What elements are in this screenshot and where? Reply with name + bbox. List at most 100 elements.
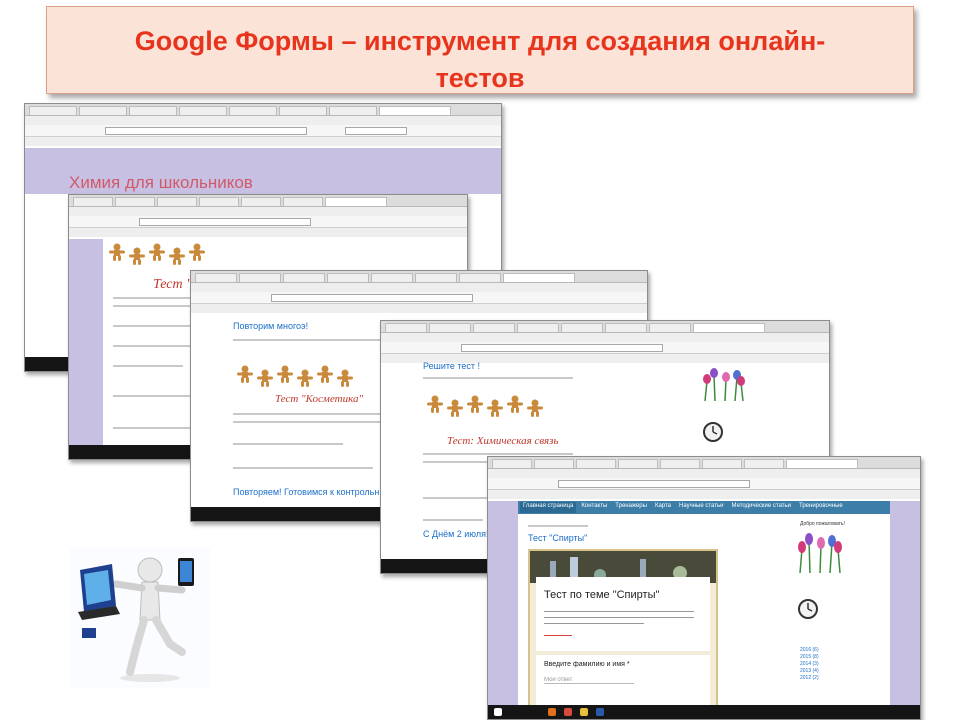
browser-tab-active[interactable] xyxy=(693,323,765,332)
browser-icon[interactable] xyxy=(548,708,556,716)
url-field[interactable] xyxy=(558,480,750,488)
browser-tab[interactable] xyxy=(618,459,658,468)
browser-menu-bar[interactable] xyxy=(381,333,829,342)
post-title[interactable]: Тест "Спирты" xyxy=(528,533,587,543)
browser-tab[interactable] xyxy=(473,323,515,332)
browser-tab-active[interactable] xyxy=(503,273,575,282)
post-link[interactable]: С Днём 2 июля!!! xyxy=(423,529,493,539)
browser-tab[interactable] xyxy=(283,273,325,282)
browser-tab[interactable] xyxy=(29,106,77,115)
bookmarks-bar[interactable] xyxy=(25,137,501,146)
browser-tab[interactable] xyxy=(279,106,327,115)
windows-taskbar[interactable] xyxy=(488,705,920,719)
required-note xyxy=(544,635,572,636)
browser-menu-bar[interactable] xyxy=(191,283,647,292)
browser-tab[interactable] xyxy=(229,106,277,115)
browser-tab[interactable] xyxy=(459,273,501,282)
slide-title-line-2: тестов xyxy=(435,63,525,93)
text-line xyxy=(423,519,483,521)
archive-item[interactable]: 2014 (3) xyxy=(800,661,860,668)
bookmarks-bar[interactable] xyxy=(69,228,467,237)
browser-tab[interactable] xyxy=(239,273,281,282)
browser-address-bar xyxy=(69,216,467,228)
start-icon[interactable] xyxy=(494,708,502,716)
post-link[interactable]: Повторяем! Готовимся к контрольной работ xyxy=(233,487,379,497)
browser-address-bar xyxy=(488,478,920,490)
browser-tab-active[interactable] xyxy=(379,106,451,115)
url-field[interactable] xyxy=(271,294,473,302)
archive-item[interactable]: 2016 (6) xyxy=(800,647,860,654)
browser-tab[interactable] xyxy=(157,197,197,206)
browser-tab[interactable] xyxy=(561,323,603,332)
nav-tab[interactable]: Методические статьи xyxy=(729,502,795,513)
browser-tab[interactable] xyxy=(329,106,377,115)
browser-tab[interactable] xyxy=(492,459,532,468)
browser-tab[interactable] xyxy=(79,106,127,115)
browser-tab[interactable] xyxy=(195,273,237,282)
browser-tab-bar[interactable] xyxy=(69,195,467,207)
browser-tab[interactable] xyxy=(576,459,616,468)
nav-tab[interactable]: Контакты xyxy=(578,502,610,513)
browser-tab[interactable] xyxy=(327,273,369,282)
browser-menu-bar[interactable] xyxy=(25,116,501,125)
browser-tab[interactable] xyxy=(179,106,227,115)
browser-tab[interactable] xyxy=(115,197,155,206)
archive-item[interactable]: 2012 (2) xyxy=(800,675,860,682)
browser-address-bar xyxy=(191,292,647,304)
nav-tab[interactable]: Тренажеры xyxy=(612,502,650,513)
word-icon[interactable] xyxy=(596,708,604,716)
form-body: Тест по теме "Спирты" Введите фамилию и … xyxy=(536,577,710,707)
browser-tab-bar[interactable] xyxy=(381,321,829,333)
post-heading[interactable]: Решите тест ! xyxy=(423,361,480,371)
gingerbread-icon xyxy=(317,365,333,383)
archive-item[interactable]: 2013 (4) xyxy=(800,668,860,675)
browser-tab-active[interactable] xyxy=(786,459,858,468)
browser-tab[interactable] xyxy=(241,197,281,206)
page-side-right xyxy=(890,501,920,705)
nav-tab[interactable]: Научные статьи xyxy=(676,502,726,513)
answer-input[interactable]: Мой ответ xyxy=(544,677,634,684)
browser-tab-bar[interactable] xyxy=(488,457,920,469)
nav-tab[interactable]: Тренировочные xyxy=(796,502,846,513)
browser-tab[interactable] xyxy=(517,323,559,332)
chrome-icon[interactable] xyxy=(564,708,572,716)
url-field[interactable] xyxy=(105,127,307,135)
browser-tab[interactable] xyxy=(129,106,177,115)
search-field[interactable] xyxy=(345,127,407,135)
browser-tab[interactable] xyxy=(702,459,742,468)
browser-tab[interactable] xyxy=(385,323,427,332)
browser-tab[interactable] xyxy=(649,323,691,332)
site-title[interactable]: Химия для школьников xyxy=(69,173,253,193)
nav-tab[interactable]: Карта xyxy=(652,502,674,513)
browser-tab-active[interactable] xyxy=(325,197,387,206)
browser-tab[interactable] xyxy=(371,273,413,282)
page-side-left xyxy=(69,239,103,445)
browser-tab[interactable] xyxy=(534,459,574,468)
explorer-icon[interactable] xyxy=(580,708,588,716)
browser-tab-bar[interactable] xyxy=(191,271,647,283)
gingerbread-icon xyxy=(427,395,443,413)
browser-tab[interactable] xyxy=(660,459,700,468)
browser-tab-bar[interactable] xyxy=(25,104,501,116)
bookmarks-bar[interactable] xyxy=(191,304,647,313)
bookmarks-bar[interactable] xyxy=(488,490,920,499)
gingerbread-icon xyxy=(257,369,273,387)
gingerbread-icon xyxy=(149,243,165,261)
browser-tab[interactable] xyxy=(199,197,239,206)
browser-tab[interactable] xyxy=(73,197,113,206)
post-heading[interactable]: Повторим многоэ! xyxy=(233,321,308,331)
url-field[interactable] xyxy=(139,218,311,226)
url-field[interactable] xyxy=(461,344,663,352)
browser-menu-bar[interactable] xyxy=(69,207,467,216)
browser-tab[interactable] xyxy=(283,197,323,206)
browser-tab[interactable] xyxy=(429,323,471,332)
browser-tab[interactable] xyxy=(415,273,457,282)
browser-tab[interactable] xyxy=(744,459,784,468)
archive-item[interactable]: 2015 (8) xyxy=(800,654,860,661)
browser-menu-bar[interactable] xyxy=(488,469,920,478)
nav-tab[interactable]: Главная страница xyxy=(520,502,577,513)
tulips-image xyxy=(699,365,747,405)
field-label: Введите фамилию и имя * xyxy=(544,661,630,668)
gingerbread-icon xyxy=(109,243,125,261)
browser-tab[interactable] xyxy=(605,323,647,332)
